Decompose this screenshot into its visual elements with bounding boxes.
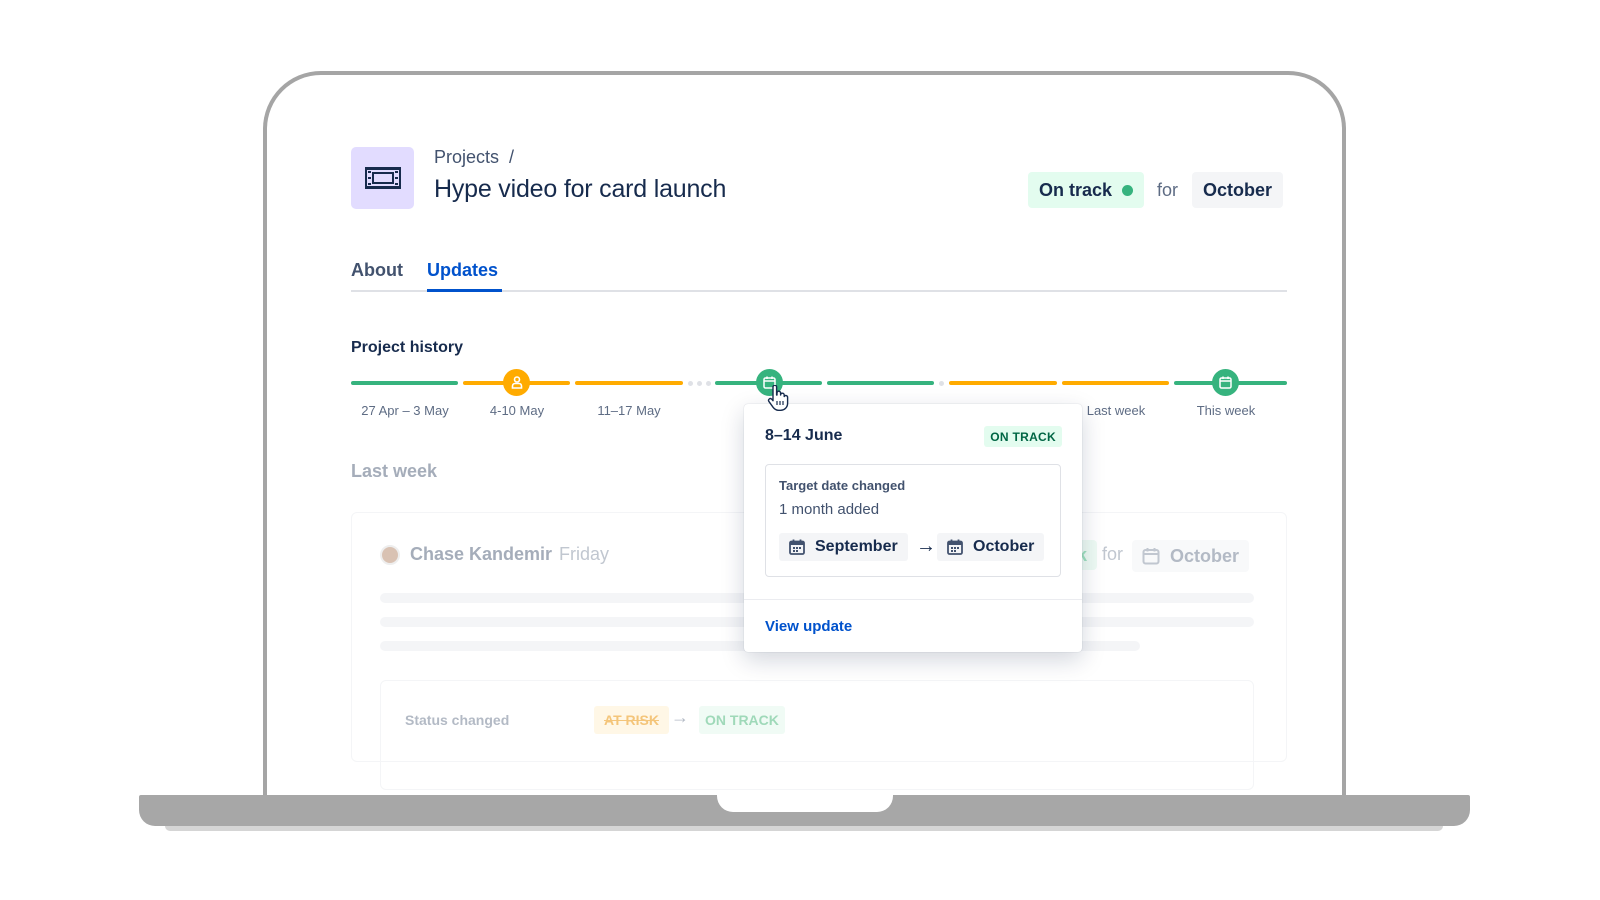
timeline-gap-dot	[688, 381, 693, 386]
from-date-chip: September	[779, 533, 908, 561]
status-label: On track	[1039, 179, 1113, 200]
tab-about[interactable]: About	[351, 260, 403, 281]
timeline-segment[interactable]	[827, 381, 934, 385]
calendar-icon	[1219, 376, 1232, 389]
app-view: Projects / Hype video for card launch On …	[267, 75, 1342, 811]
laptop-base-shadow	[165, 826, 1443, 831]
timeline-gap-dot	[697, 381, 702, 386]
tab-updates[interactable]: Updates	[427, 260, 498, 281]
month-label: October	[1170, 545, 1240, 566]
breadcrumb-projects-link[interactable]: Projects	[434, 147, 499, 167]
popup-status-lozenge: ON TRACK	[984, 426, 1062, 447]
from-status-lozenge: AT RISK	[594, 706, 669, 734]
for-text: for	[1102, 544, 1124, 564]
popup-divider	[744, 599, 1082, 600]
timeline-gap-dot	[939, 381, 944, 386]
avatar[interactable]	[380, 545, 400, 565]
film-icon	[364, 167, 401, 189]
update-day: Friday	[559, 544, 610, 564]
laptop-screen: Projects / Hype video for card launch On …	[263, 71, 1346, 811]
calendar-icon	[947, 539, 963, 555]
view-update-link[interactable]: View update	[765, 618, 852, 635]
calendar-icon	[1142, 548, 1160, 565]
calendar-icon	[789, 539, 805, 555]
hand-cursor-icon	[767, 385, 789, 411]
timeline-popup: 8–14 June ON TRACK Target date changed 1…	[744, 404, 1082, 652]
popup-date-range: 8–14 June	[765, 427, 843, 444]
timeline-label: 27 Apr – 3 May	[361, 403, 449, 418]
timeline-marker-calendar[interactable]	[1212, 369, 1239, 396]
from-month: September	[815, 538, 898, 555]
to-status-lozenge: ON TRACK	[699, 706, 785, 734]
timeline-label: This week	[1196, 403, 1256, 418]
to-month: October	[973, 538, 1035, 555]
change-title: Target date changed	[779, 478, 906, 493]
timeline-marker-person[interactable]	[503, 369, 530, 396]
target-month-badge[interactable]: October	[1192, 172, 1284, 208]
timeline-segment[interactable]	[949, 381, 1057, 385]
page-title: Hype video for card launch	[434, 175, 727, 203]
target-date-change-box: Target date changed 1 month added Septem…	[765, 464, 1061, 577]
person-icon	[511, 376, 522, 389]
section-heading: Last week	[351, 461, 438, 481]
tab-active-indicator	[427, 289, 502, 292]
breadcrumb: Projects /	[434, 147, 514, 168]
project-history-title: Project history	[351, 339, 464, 356]
status-dot-icon	[1122, 184, 1134, 196]
arrow-right-icon: →	[671, 707, 689, 727]
timeline-gap-dot	[706, 381, 711, 386]
timeline-segment[interactable]	[575, 381, 683, 385]
timeline-segment[interactable]	[351, 381, 458, 385]
timeline-label: 4-10 May	[489, 403, 545, 418]
laptop-notch	[717, 795, 893, 812]
project-avatar[interactable]	[351, 147, 414, 209]
author-name[interactable]: Chase Kandemir	[410, 544, 552, 565]
for-text: for	[1157, 180, 1179, 200]
status-badge[interactable]: On track	[1028, 172, 1145, 208]
status-change-box	[380, 680, 1254, 790]
breadcrumb-separator: /	[509, 147, 515, 167]
change-detail: 1 month added	[779, 501, 880, 518]
arrow-right-icon: →	[916, 535, 936, 557]
target-month-badge: October	[1132, 540, 1250, 572]
timeline-segment[interactable]	[1062, 381, 1169, 385]
status-changed-label: Status changed	[405, 712, 510, 728]
timeline-label: 11–17 May	[597, 403, 661, 418]
to-date-chip: October	[937, 533, 1045, 561]
